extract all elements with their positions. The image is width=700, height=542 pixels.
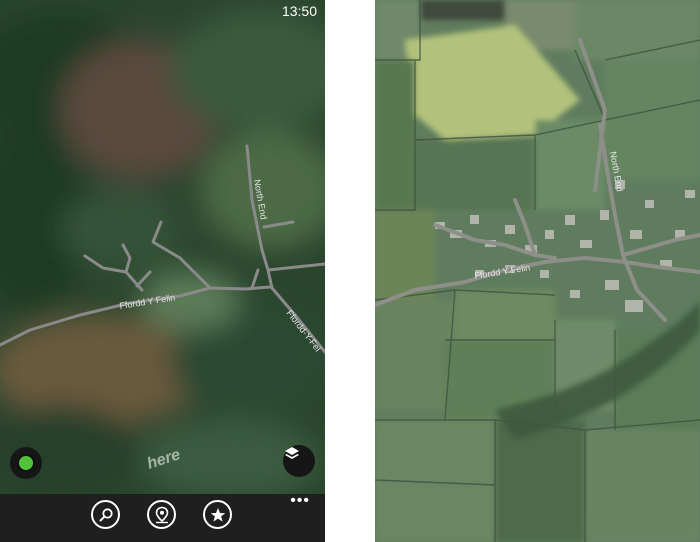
status-time: 13:50 xyxy=(281,3,317,19)
my-location-button[interactable] xyxy=(10,447,42,479)
ellipsis-icon[interactable]: ••• xyxy=(290,493,310,509)
location-dot-icon xyxy=(17,454,35,472)
favorites-button[interactable] xyxy=(203,500,232,529)
phone-map-canvas: North End Ffordd Y Felin Ffordd-Y-Fel xyxy=(0,0,325,494)
layers-icon xyxy=(285,447,299,459)
places-button[interactable] xyxy=(147,500,176,529)
map-layers-button[interactable] xyxy=(283,445,315,477)
aerial-map-view: North End Ffordd Y Felin xyxy=(375,0,700,542)
places-icon xyxy=(155,506,168,523)
favorites-icon xyxy=(210,507,225,522)
phone-map-view[interactable]: North End Ffordd Y Felin Ffordd-Y-Fel 13… xyxy=(0,0,325,494)
search-button[interactable] xyxy=(91,500,120,529)
search-icon xyxy=(99,507,113,521)
phone-screen: North End Ffordd Y Felin Ffordd-Y-Fel 13… xyxy=(0,0,325,542)
app-bar: ••• xyxy=(0,493,325,542)
aerial-map-canvas: North End Ffordd Y Felin xyxy=(375,0,700,542)
